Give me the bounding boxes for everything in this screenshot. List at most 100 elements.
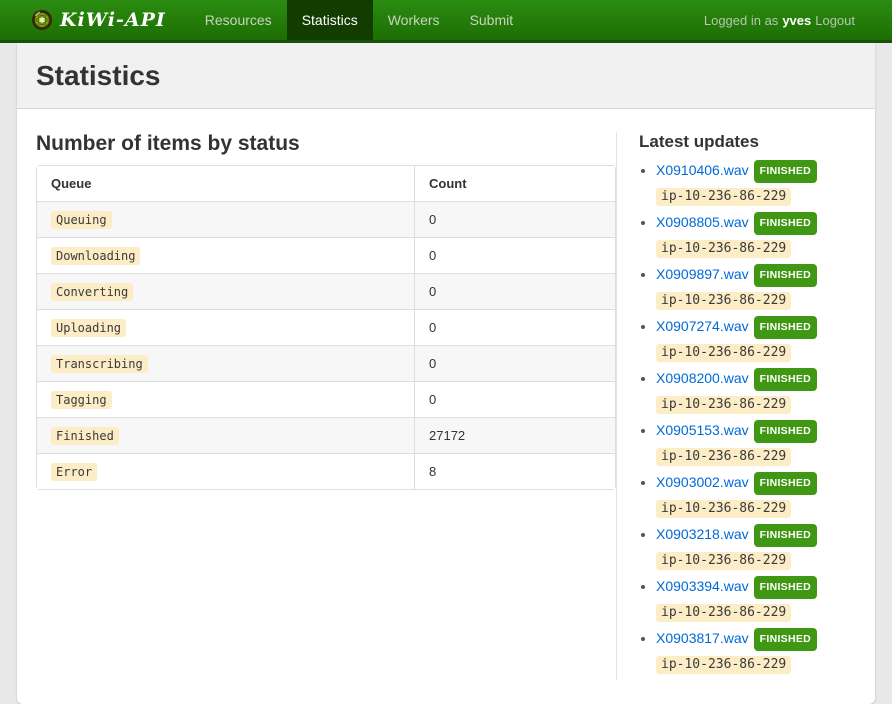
file-link[interactable]: X0903218.wav bbox=[656, 526, 749, 542]
update-worker-line: ip-10-236-86-229 bbox=[656, 550, 856, 570]
nav-item-statistics[interactable]: Statistics bbox=[287, 0, 373, 40]
count-cell: 0 bbox=[414, 237, 615, 273]
queue-name-label: Finished bbox=[51, 427, 119, 445]
update-worker-line: ip-10-236-86-229 bbox=[656, 186, 856, 206]
update-item: X0905153.wav FINISHED ip-10-236-86-229 bbox=[656, 420, 856, 466]
queue-cell: Downloading bbox=[37, 237, 414, 273]
nav-item-submit[interactable]: Submit bbox=[455, 0, 529, 40]
update-item: X0903002.wav FINISHED ip-10-236-86-229 bbox=[656, 472, 856, 518]
queue-cell: Error bbox=[37, 453, 414, 489]
status-badge: FINISHED bbox=[754, 628, 817, 651]
table-row: Error 8 bbox=[37, 453, 615, 489]
update-worker-line: ip-10-236-86-229 bbox=[656, 394, 856, 414]
table-row: Downloading 0 bbox=[37, 237, 615, 273]
column-header-count: Count bbox=[414, 166, 615, 201]
update-item: X0903394.wavFINISHEDip-10-236-86-229 bbox=[656, 576, 856, 622]
update-worker-line: ip-10-236-86-229 bbox=[656, 238, 856, 258]
update-item: X0907274.wav FINISHED ip-10-236-86-229 bbox=[656, 316, 856, 362]
table-header-row: Queue Count bbox=[37, 166, 615, 201]
main-column: Number of items by status Queue Count Qu… bbox=[36, 132, 616, 680]
file-link[interactable]: X0908200.wav bbox=[656, 370, 749, 386]
worker-host-label: ip-10-236-86-229 bbox=[656, 552, 791, 570]
file-link[interactable]: X0903817.wav bbox=[656, 630, 749, 646]
sidebar-title: Latest updates bbox=[639, 132, 856, 152]
file-link[interactable]: X0903394.wav bbox=[656, 578, 749, 594]
column-header-queue: Queue bbox=[37, 166, 414, 201]
file-link[interactable]: X0908805.wav bbox=[656, 214, 749, 230]
status-table: Queue Count Queuing 0 Downloading 0 Converti… bbox=[36, 165, 616, 490]
queue-name-label: Tagging bbox=[51, 391, 112, 409]
queue-name-label: Uploading bbox=[51, 319, 126, 337]
logged-in-label: Logged in as bbox=[704, 13, 778, 28]
worker-host-label: ip-10-236-86-229 bbox=[656, 604, 791, 622]
update-worker-line: ip-10-236-86-229 bbox=[656, 290, 856, 310]
update-file-line: X0903002.wav FINISHED bbox=[656, 472, 856, 495]
logout-link[interactable]: Logout bbox=[815, 13, 855, 28]
queue-name-label: Downloading bbox=[51, 247, 140, 265]
sidebar: Latest updates X0910406.wav FINISHED ip-10… bbox=[616, 132, 856, 680]
navbar: KiWi-API ResourcesStatisticsWorkersSubmi… bbox=[0, 0, 892, 43]
queue-cell: Converting bbox=[37, 273, 414, 309]
nav-menu: ResourcesStatisticsWorkersSubmit bbox=[190, 0, 528, 40]
nav-item-resources[interactable]: Resources bbox=[190, 0, 287, 40]
page-header: Statistics bbox=[17, 43, 875, 109]
table-row: Tagging0 bbox=[37, 381, 615, 417]
file-link[interactable]: X0905153.wav bbox=[656, 422, 749, 438]
latest-updates-list: X0910406.wavFINISHEDip-10-236-86-229X090… bbox=[639, 160, 856, 674]
update-worker-line: ip-10-236-86-229 bbox=[656, 342, 856, 362]
worker-host-label: ip-10-236-86-229 bbox=[656, 656, 791, 674]
worker-host-label: ip-10-236-86-229 bbox=[656, 344, 791, 362]
worker-host-label: ip-10-236-86-229 bbox=[656, 292, 791, 310]
update-file-line: X0909897.wavFINISHED bbox=[656, 264, 856, 287]
status-badge: FINISHED bbox=[754, 472, 817, 495]
brand-link[interactable]: KiWi-API bbox=[31, 0, 166, 40]
update-item: X0903817.wav FINISHED ip-10-236-86-229 bbox=[656, 628, 856, 674]
update-file-line: X0903817.wav FINISHED bbox=[656, 628, 856, 651]
nav-item-workers[interactable]: Workers bbox=[373, 0, 455, 40]
page-title: Statistics bbox=[36, 59, 856, 93]
update-file-line: X0908200.wav FINISHED bbox=[656, 368, 856, 391]
queue-name-label: Converting bbox=[51, 283, 133, 301]
queue-cell: Finished bbox=[37, 417, 414, 453]
kiwi-logo-icon bbox=[31, 9, 53, 31]
worker-host-label: ip-10-236-86-229 bbox=[656, 448, 791, 466]
update-item: X0908805.wav FINISHED ip-10-236-86-229 bbox=[656, 212, 856, 258]
update-file-line: X0903218.wav FINISHED bbox=[656, 524, 856, 547]
status-badge: FINISHED bbox=[754, 420, 817, 443]
count-cell: 8 bbox=[414, 453, 615, 489]
table-row: Uploading 0 bbox=[37, 309, 615, 345]
status-badge: FINISHED bbox=[754, 316, 817, 339]
queue-name-label: Error bbox=[51, 463, 97, 481]
update-file-line: X0907274.wav FINISHED bbox=[656, 316, 856, 339]
table-row: Transcribing0 bbox=[37, 345, 615, 381]
count-cell: 0 bbox=[414, 201, 615, 237]
file-link[interactable]: X0909897.wav bbox=[656, 266, 749, 282]
queue-name-label: Queuing bbox=[51, 211, 112, 229]
queue-cell: Queuing bbox=[37, 201, 414, 237]
update-item: X0910406.wav FINISHED ip-10-236-86-229 bbox=[656, 160, 856, 206]
update-item: X0903218.wav FINISHED ip-10-236-86-229 bbox=[656, 524, 856, 570]
update-worker-line: ip-10-236-86-229 bbox=[656, 654, 856, 674]
status-badge: FINISHED bbox=[754, 160, 817, 183]
file-link[interactable]: X0903002.wav bbox=[656, 474, 749, 490]
update-file-line: X0910406.wav FINISHED bbox=[656, 160, 856, 183]
status-badge: FINISHED bbox=[754, 524, 817, 547]
status-badge: FINISHED bbox=[754, 212, 817, 235]
update-file-line: X0908805.wav FINISHED bbox=[656, 212, 856, 235]
file-link[interactable]: X0907274.wav bbox=[656, 318, 749, 334]
content-panel: Statistics Number of items by status Que… bbox=[17, 43, 875, 704]
count-cell: 0 bbox=[414, 309, 615, 345]
status-badge: FINISHED bbox=[754, 368, 817, 391]
update-item: X0908200.wav FINISHED ip-10-236-86-229 bbox=[656, 368, 856, 414]
worker-host-label: ip-10-236-86-229 bbox=[656, 396, 791, 414]
brand-title: KiWi-API bbox=[60, 9, 166, 31]
update-item: X0909897.wavFINISHED ip-10-236-86-229 bbox=[656, 264, 856, 310]
update-worker-line: ip-10-236-86-229 bbox=[656, 446, 856, 466]
update-worker-line: ip-10-236-86-229 bbox=[656, 498, 856, 518]
count-cell: 0 bbox=[414, 345, 615, 381]
file-link[interactable]: X0910406.wav bbox=[656, 162, 749, 178]
table-row: Finished 27172 bbox=[37, 417, 615, 453]
worker-host-label: ip-10-236-86-229 bbox=[656, 188, 791, 206]
count-cell: 27172 bbox=[414, 417, 615, 453]
worker-host-label: ip-10-236-86-229 bbox=[656, 500, 791, 518]
